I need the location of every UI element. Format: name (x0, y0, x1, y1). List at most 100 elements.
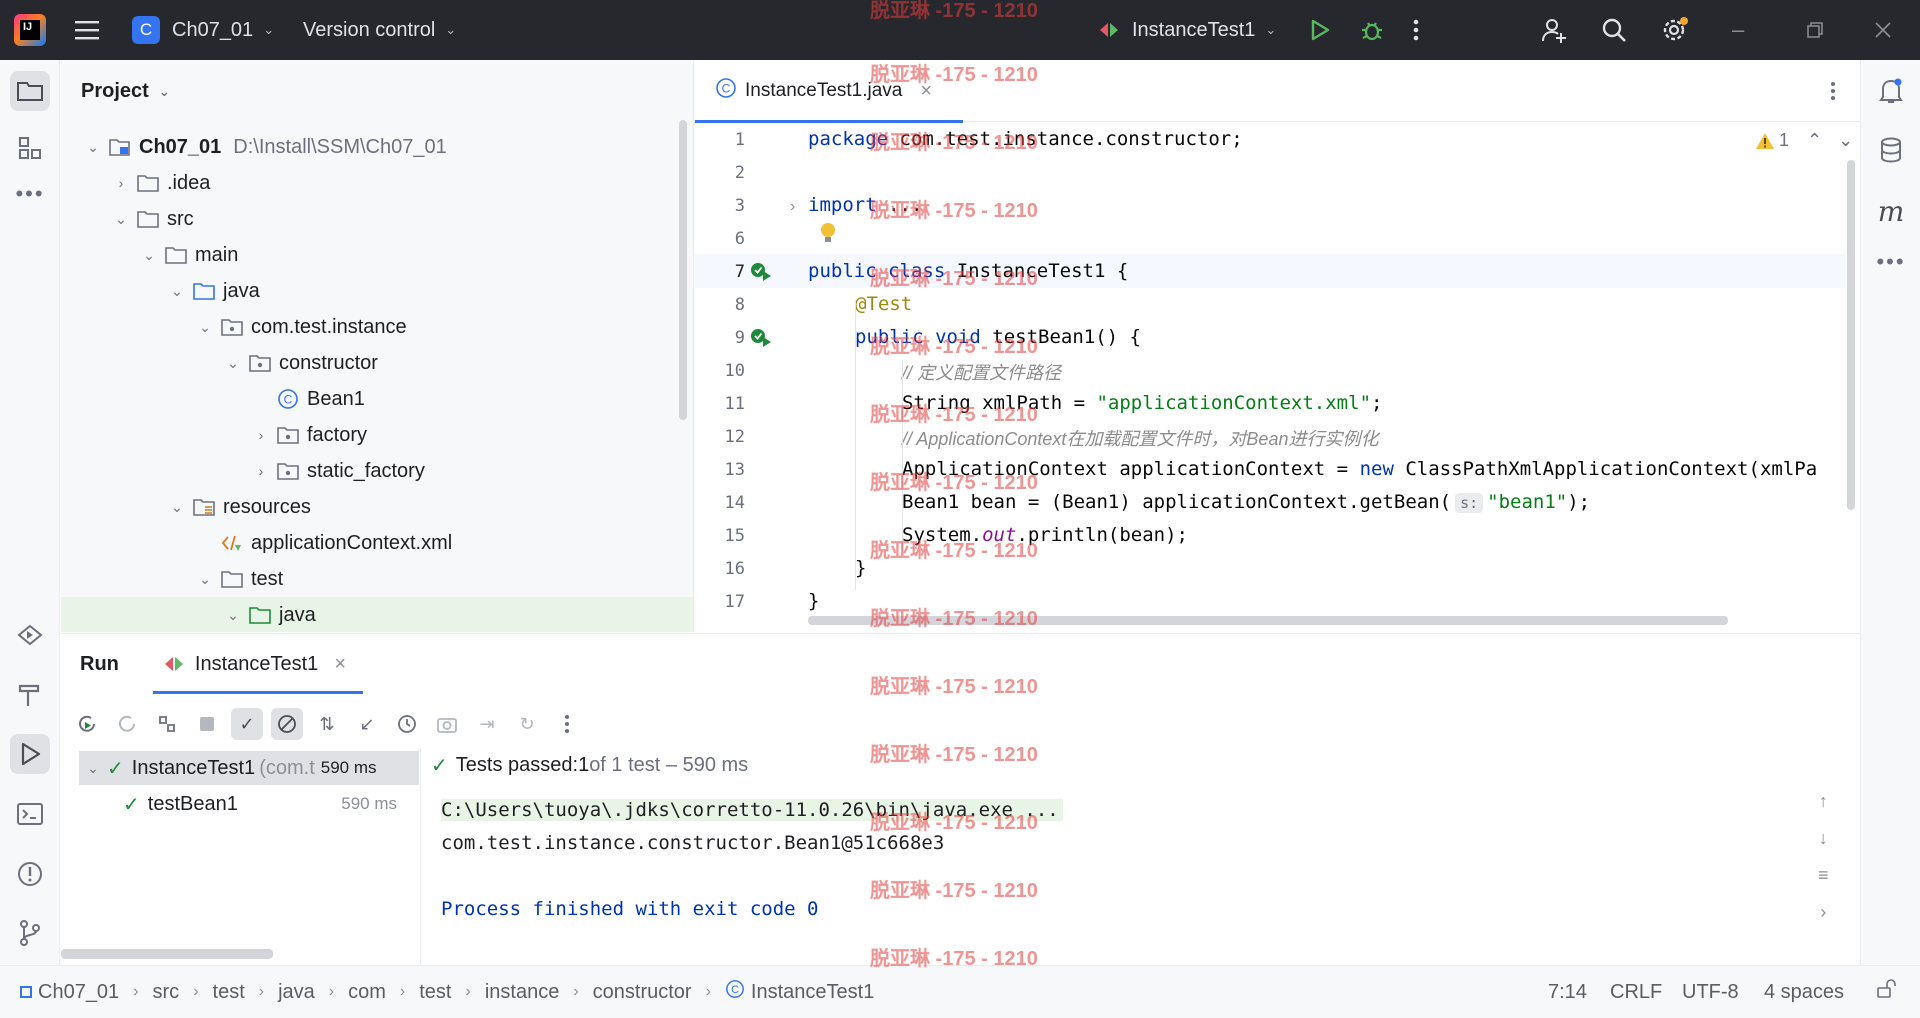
chevron-right-icon[interactable]: › (1820, 902, 1826, 923)
settings-button[interactable] (1660, 0, 1690, 60)
chevron-down-icon[interactable]: ⌄ (191, 571, 219, 588)
lightbulb-icon[interactable] (819, 222, 837, 251)
rerun-failed-button[interactable] (111, 708, 143, 740)
inspection-widget[interactable]: 1 ⌃ ⌄ (1755, 130, 1853, 151)
more-actions-button[interactable] (551, 708, 583, 740)
sort-button[interactable]: ⇅ (311, 708, 343, 740)
tree-item-folder[interactable]: ⌄ java (61, 597, 693, 632)
chevron-down-icon[interactable]: ⌄ (79, 760, 107, 777)
code-line-15[interactable]: System.out.println(bean); (902, 524, 1188, 546)
run-button[interactable] (1308, 0, 1332, 60)
code-line-3[interactable]: import ... (808, 194, 922, 216)
fold-imports-icon[interactable]: › (790, 198, 795, 216)
more-actions-button[interactable] (1412, 0, 1420, 60)
maven-tool-button[interactable]: m (1871, 191, 1911, 231)
breadcrumb-item[interactable]: src (153, 981, 180, 1004)
chevron-down-icon[interactable]: ⌄ (1838, 130, 1853, 151)
console-line[interactable]: com.test.instance.constructor.Bean1@51c6… (441, 832, 944, 854)
git-tool-button[interactable] (10, 913, 50, 953)
project-panel-header[interactable]: Project ⌄ (81, 80, 170, 103)
chevron-down-icon[interactable]: ⌄ (163, 283, 191, 300)
code-line-1[interactable]: package com.test.instance.constructor; (808, 128, 1243, 150)
chevron-down-icon[interactable]: ⌄ (135, 247, 163, 264)
indent-setting[interactable]: 4 spaces (1764, 981, 1844, 1004)
chevron-down-icon[interactable]: ⌄ (219, 355, 247, 372)
close-tab-icon[interactable]: × (334, 653, 346, 676)
test-node-class[interactable]: ⌄ ✓ InstanceTest1 (com.t 590 ms (79, 751, 419, 785)
chevron-up-icon[interactable]: ⌃ (1807, 130, 1822, 151)
history-button[interactable] (391, 708, 423, 740)
chevron-down-icon[interactable]: ⌄ (219, 607, 247, 624)
breadcrumb-item[interactable]: Ch07_01 (38, 981, 119, 1004)
tree-item-folder[interactable]: ⌄ main (61, 237, 693, 273)
test-tree-scrollbar[interactable] (61, 949, 273, 959)
console-line[interactable]: C:\Users\tuoya\.jdks\corretto-11.0.26\bi… (441, 799, 1063, 821)
breadcrumb-item[interactable]: java (278, 981, 315, 1004)
unlock-icon[interactable] (1876, 979, 1898, 1005)
editor-horizontal-scrollbar[interactable] (808, 616, 1728, 625)
editor-tab[interactable]: C InstanceTest1.java × (695, 60, 963, 123)
build-tool-button[interactable] (10, 674, 50, 714)
tree-item-package[interactable]: ⌄ constructor (61, 345, 693, 381)
tree-item-class[interactable]: C Bean1 (61, 381, 693, 417)
main-menu-button[interactable] (74, 0, 100, 60)
code-line-16[interactable]: } (855, 557, 866, 579)
problems-tool-button[interactable] (10, 854, 50, 894)
breadcrumb-item[interactable]: test (419, 981, 451, 1004)
caret-position[interactable]: 7:14 (1548, 981, 1587, 1004)
code-line-10[interactable]: // 定义配置文件路径 (902, 359, 1061, 385)
export-tests-button[interactable]: ↻ (511, 708, 543, 740)
scroll-up-icon[interactable]: ↑ (1819, 791, 1828, 812)
code-line-11[interactable]: String xmlPath = "applicationContext.xml… (902, 392, 1382, 414)
run-tool-button[interactable] (10, 734, 50, 774)
more-tools-button[interactable]: ••• (10, 174, 50, 214)
import-tests-button[interactable]: ⇥ (471, 708, 503, 740)
show-ignored-button[interactable] (271, 708, 303, 740)
editor-more-button[interactable] (1829, 80, 1837, 107)
run-test-gutter-button[interactable] (749, 327, 773, 354)
editor-vertical-scrollbar[interactable] (1847, 160, 1855, 510)
close-window-button[interactable] (1874, 0, 1892, 60)
run-tab[interactable]: InstanceTest1 × (152, 634, 363, 694)
code-line-17[interactable]: } (808, 590, 819, 612)
screenshot-button[interactable] (431, 708, 463, 740)
add-user-button[interactable] (1540, 0, 1568, 60)
code-line-14[interactable]: Bean1 bean = (Bean1) applicationContext.… (902, 491, 1590, 513)
chevron-right-icon[interactable]: › (247, 427, 275, 443)
chevron-down-icon[interactable]: ⌄ (79, 139, 107, 156)
services-tool-button[interactable] (10, 615, 50, 655)
scroll-down-icon[interactable]: ↓ (1819, 828, 1828, 849)
breadcrumb-item[interactable]: InstanceTest1 (751, 981, 874, 1004)
test-node-method[interactable]: ✓ testBean1 590 ms (79, 787, 419, 821)
toggle-auto-test-button[interactable] (151, 708, 183, 740)
chevron-right-icon[interactable]: › (107, 175, 135, 191)
chevron-down-icon[interactable]: ⌄ (107, 211, 135, 228)
rerun-button[interactable] (71, 708, 103, 740)
tree-item-folder[interactable]: ⌄ java (61, 273, 693, 309)
restore-button[interactable] (1806, 0, 1824, 60)
show-passed-button[interactable]: ✓ (231, 708, 263, 740)
terminal-tool-button[interactable] (10, 794, 50, 834)
notifications-button[interactable] (1871, 71, 1911, 111)
code-line-7[interactable]: public class InstanceTest1 { (808, 260, 1128, 282)
breadcrumb-item[interactable]: instance (485, 981, 560, 1004)
code-line-12[interactable]: // ApplicationContext在加载配置文件时，对Bean进行实例化 (902, 425, 1378, 451)
code-line-9[interactable]: public void testBean1() { (855, 326, 1141, 348)
search-button[interactable] (1600, 0, 1628, 60)
tree-item-folder[interactable]: ⌄ src (61, 201, 693, 237)
soft-wrap-icon[interactable]: ≡ (1818, 865, 1829, 886)
tree-item-package[interactable]: ⌄ com.test.instance (61, 309, 693, 345)
intellij-logo-icon[interactable]: IJ (14, 14, 46, 46)
tree-item-package[interactable]: › static_factory (61, 453, 693, 489)
project-tool-button[interactable] (10, 71, 50, 111)
chevron-down-icon[interactable]: ⌄ (163, 499, 191, 516)
breadcrumb-item[interactable]: com (348, 981, 386, 1004)
chevron-right-icon[interactable]: › (247, 463, 275, 479)
tree-item-folder[interactable]: ⌄ test (61, 561, 693, 597)
structure-tool-button[interactable] (10, 128, 50, 168)
debug-button[interactable] (1359, 0, 1385, 60)
project-selector[interactable]: C Ch07_01 ⌄ (132, 0, 274, 60)
project-scrollbar[interactable] (679, 120, 687, 420)
more-tools-button[interactable]: ••• (1871, 242, 1911, 282)
database-tool-button[interactable] (1871, 130, 1911, 170)
